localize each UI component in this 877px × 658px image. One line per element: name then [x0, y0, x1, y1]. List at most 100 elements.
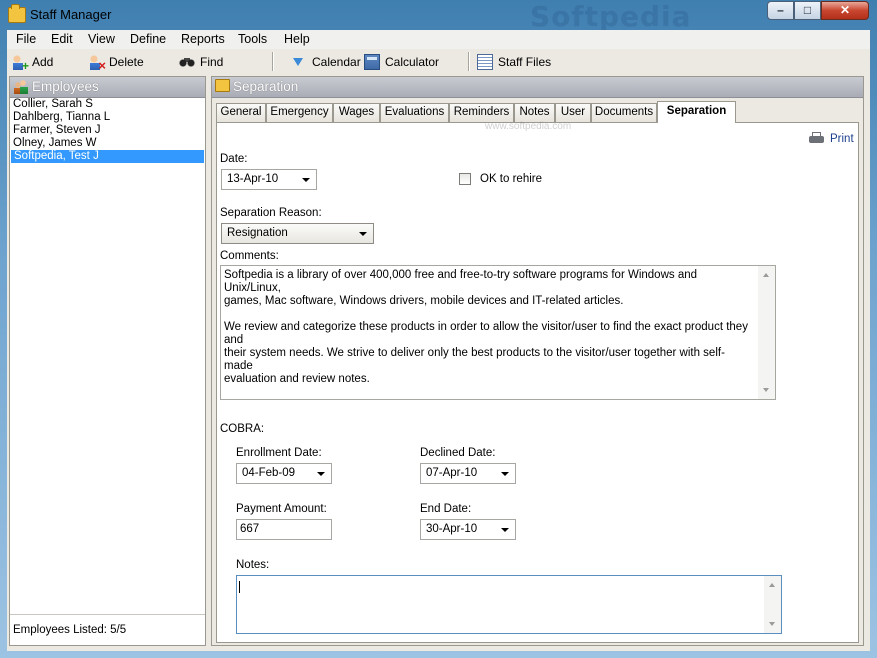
- tab-documents[interactable]: Documents: [591, 103, 657, 122]
- declined-date-value: 07-Apr-10: [426, 467, 478, 479]
- date-label: Date:: [220, 153, 248, 165]
- app-window: Staff Manager Softpedia – □ ✕ File Edit …: [0, 0, 877, 658]
- calendar-button[interactable]: Calendar: [293, 53, 361, 71]
- chevron-down-icon: [501, 528, 509, 532]
- find-button[interactable]: Find: [179, 53, 223, 71]
- menu-tools[interactable]: Tools: [238, 32, 267, 46]
- calculator-label: Calculator: [385, 55, 440, 69]
- tab-reminders[interactable]: Reminders: [449, 103, 514, 122]
- employee-item[interactable]: Collier, Sarah S: [10, 98, 205, 111]
- staff-files-button[interactable]: Staff Files: [477, 53, 551, 71]
- cobra-label: COBRA:: [220, 423, 265, 435]
- end-date-picker[interactable]: 30-Apr-10: [420, 519, 516, 540]
- maximize-button[interactable]: □: [794, 1, 821, 20]
- tab-wages[interactable]: Wages: [333, 103, 380, 122]
- menu-file[interactable]: File: [16, 32, 36, 46]
- menu-view[interactable]: View: [88, 32, 115, 46]
- separation-panel: Separation General Emergency Wages Evalu…: [211, 76, 864, 646]
- notes-label: Notes:: [236, 559, 270, 571]
- payment-amount-input[interactable]: 667: [236, 519, 332, 540]
- scroll-down-icon[interactable]: [769, 622, 775, 626]
- minimize-button[interactable]: –: [767, 1, 794, 20]
- tab-separation[interactable]: Separation: [657, 101, 736, 123]
- payment-amount-value: 667: [240, 523, 260, 535]
- tab-evaluations[interactable]: Evaluations: [380, 103, 449, 122]
- employee-item[interactable]: Farmer, Steven J: [10, 124, 205, 137]
- ok-to-rehire-checkbox[interactable]: [459, 173, 471, 185]
- menu-reports[interactable]: Reports: [181, 32, 225, 46]
- employee-item[interactable]: Dahlberg, Tianna L: [10, 111, 205, 124]
- folder-icon: [215, 79, 230, 92]
- tab-emergency[interactable]: Emergency: [266, 103, 333, 122]
- separation-tab-content: www.softpedia.com Print Date: 13-Apr-10 …: [216, 121, 859, 643]
- scroll-down-icon[interactable]: [763, 388, 769, 392]
- tab-watermark: www.softpedia.com: [485, 121, 572, 132]
- window-title: Staff Manager: [30, 7, 112, 22]
- status-strip: [7, 646, 870, 651]
- add-user-icon: [11, 54, 29, 73]
- menu-define[interactable]: Define: [130, 32, 166, 46]
- enrollment-date-label: Enrollment Date:: [236, 447, 322, 459]
- find-label: Find: [200, 55, 224, 69]
- printer-icon: [809, 132, 824, 145]
- calculator-icon: [364, 54, 380, 70]
- scroll-up-icon[interactable]: [769, 583, 775, 587]
- print-link[interactable]: Print: [809, 132, 854, 145]
- toolbar: Add Delete Find Calendar Calculator: [7, 49, 870, 75]
- end-date-label: End Date:: [420, 503, 472, 515]
- tab-notes[interactable]: Notes: [514, 103, 555, 122]
- calendar-icon: [293, 58, 303, 66]
- comments-textarea[interactable]: Softpedia is a library of over 400,000 f…: [220, 265, 776, 400]
- notes-textarea[interactable]: [236, 575, 782, 634]
- employee-item[interactable]: Olney, James W: [10, 137, 205, 150]
- employee-item-selected[interactable]: Softpedia, Test J: [11, 150, 204, 163]
- payment-amount-label: Payment Amount:: [236, 503, 327, 515]
- delete-button[interactable]: Delete: [88, 53, 144, 73]
- text-caret: [239, 581, 240, 593]
- employees-panel: Employees Collier, Sarah S Dahlberg, Tia…: [9, 76, 206, 646]
- separation-reason-select[interactable]: Resignation: [221, 223, 374, 244]
- folder-icon: [8, 4, 26, 23]
- toolbar-separator: [468, 52, 470, 71]
- chevron-down-icon: [501, 472, 509, 476]
- menu-edit[interactable]: Edit: [51, 32, 73, 46]
- chevron-down-icon: [359, 232, 367, 236]
- comments-text: Softpedia is a library of over 400,000 f…: [224, 269, 748, 385]
- employees-header: Employees: [10, 77, 205, 98]
- separation-reason-value: Resignation: [227, 227, 288, 239]
- enrollment-date-value: 04-Feb-09: [242, 467, 296, 479]
- title-bar[interactable]: Staff Manager Softpedia – □ ✕: [0, 0, 877, 33]
- enrollment-date-picker[interactable]: 04-Feb-09: [236, 463, 332, 484]
- employees-footer: Employees Listed: 5/5: [10, 614, 205, 645]
- delete-user-icon: [88, 54, 106, 73]
- date-value: 13-Apr-10: [227, 173, 279, 185]
- employees-icon: [13, 79, 28, 94]
- tab-general[interactable]: General: [216, 103, 266, 122]
- declined-date-picker[interactable]: 07-Apr-10: [420, 463, 516, 484]
- separation-title: Separation: [233, 79, 299, 94]
- add-button[interactable]: Add: [11, 53, 53, 73]
- menu-help[interactable]: Help: [284, 32, 310, 46]
- calculator-button[interactable]: Calculator: [364, 53, 439, 71]
- employees-count: Employees Listed: 5/5: [13, 624, 127, 636]
- print-label: Print: [830, 132, 854, 145]
- client-area: File Edit View Define Reports Tools Help…: [7, 30, 870, 651]
- chevron-down-icon: [302, 178, 310, 182]
- scroll-up-icon[interactable]: [763, 273, 769, 277]
- tab-user[interactable]: User: [555, 103, 591, 122]
- staff-files-icon: [477, 54, 493, 70]
- employees-title: Employees: [32, 79, 99, 94]
- tab-strip: General Emergency Wages Evaluations Remi…: [216, 101, 856, 123]
- delete-label: Delete: [109, 55, 144, 69]
- employee-list: Collier, Sarah S Dahlberg, Tianna L Farm…: [10, 98, 205, 163]
- ok-to-rehire-label: OK to rehire: [480, 173, 542, 185]
- separation-reason-label: Separation Reason:: [220, 207, 322, 219]
- notes-scrollbar[interactable]: [764, 576, 781, 633]
- menu-bar: File Edit View Define Reports Tools Help: [7, 30, 870, 49]
- close-button[interactable]: ✕: [821, 1, 869, 20]
- title-watermark: Softpedia: [530, 0, 692, 33]
- date-picker[interactable]: 13-Apr-10: [221, 169, 317, 190]
- toolbar-separator: [272, 52, 274, 71]
- comments-label: Comments:: [220, 250, 279, 262]
- comments-scrollbar[interactable]: [758, 266, 775, 399]
